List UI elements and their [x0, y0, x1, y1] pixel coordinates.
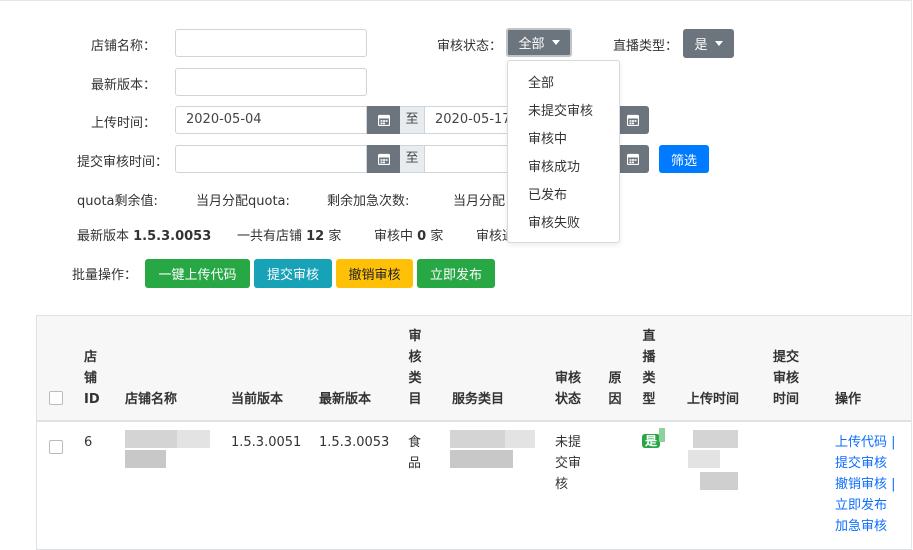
cell-live-type: 是 — [642, 433, 661, 449]
audit-status-option-published[interactable]: 已发布 — [528, 184, 567, 203]
upload-time-separator: 至 — [400, 106, 424, 134]
select-all-checkbox[interactable] — [49, 391, 63, 405]
publish-now-button[interactable]: 立即发布 — [417, 259, 495, 288]
audit-status-label: 审核状态： — [437, 39, 503, 54]
action-upload-code-link[interactable]: 上传代码 | — [835, 432, 896, 453]
stat-latest-version: 最新版本 1.5.3.0053 — [77, 229, 212, 244]
th-live-type: 直播类型 — [642, 329, 656, 407]
calendar-icon — [626, 153, 639, 165]
cell-upload-time-redacted — [688, 430, 740, 490]
cell-service-category-redacted — [450, 430, 535, 468]
audit-status-option-all[interactable]: 全部 — [528, 72, 554, 91]
upload-code-button[interactable]: 一键上传代码 — [145, 259, 250, 288]
th-current-version: 当前版本 — [231, 392, 284, 407]
badge-highlight — [659, 428, 665, 442]
audit-status-option-success[interactable]: 审核成功 — [528, 156, 580, 175]
submit-time-separator: 至 — [400, 145, 424, 173]
batch-label: 批量操作： — [72, 268, 138, 283]
shop-name-label: 店铺名称： — [91, 39, 157, 54]
th-shop-id: 店铺 ID — [84, 350, 100, 407]
cancel-audit-button[interactable]: 撤销审核 — [336, 259, 413, 288]
upload-time-label: 上传时间： — [91, 116, 157, 131]
live-type-label: 直播类型： — [613, 39, 679, 54]
submit-time-from-calendar-button[interactable] — [367, 145, 400, 173]
upload-time-to-calendar-button[interactable] — [616, 106, 649, 134]
audit-status-menu: 全部 未提交审核 审核中 审核成功 已发布 审核失败 — [507, 60, 620, 243]
calendar-icon — [377, 114, 390, 126]
cell-shop-id: 6 — [84, 435, 93, 450]
quota-monthly: 当月分配quota: — [196, 194, 290, 209]
upload-time-from-input[interactable]: 2020-05-04 — [175, 106, 367, 134]
shop-name-input[interactable] — [175, 29, 367, 57]
th-shop-name: 店铺名称 — [125, 392, 178, 407]
table-header-divider — [37, 420, 911, 422]
th-audit-category: 审核类目 — [408, 329, 422, 407]
caret-down-icon — [551, 40, 560, 45]
th-latest-version: 最新版本 — [319, 392, 372, 407]
audit-status-dropdown[interactable]: 全部 — [506, 28, 572, 57]
th-actions: 操作 — [835, 392, 862, 407]
audit-status-selected: 全部 — [518, 37, 545, 52]
th-reason: 原因 — [608, 371, 622, 407]
action-publish-now-link[interactable]: 立即发布 — [835, 495, 896, 516]
th-service-category: 服务类目 — [452, 392, 505, 407]
frame-right-border — [911, 0, 912, 550]
latest-version-label: 最新版本： — [91, 78, 157, 93]
audit-status-option-failed[interactable]: 审核失败 — [528, 212, 580, 231]
submit-time-label: 提交审核时间： — [77, 155, 169, 170]
live-type-badge: 是 — [642, 434, 661, 448]
stat-auditing: 审核中 0 家 — [374, 229, 444, 244]
latest-version-input[interactable] — [175, 68, 367, 96]
cell-latest-version: 1.5.3.0053 — [319, 435, 390, 450]
row-checkbox[interactable] — [49, 440, 63, 454]
th-upload-time: 上传时间 — [687, 392, 740, 407]
audit-status-option-not-submitted[interactable]: 未提交审核 — [528, 100, 593, 119]
calendar-icon — [377, 153, 390, 165]
quota-remaining: quota剩余值: — [77, 194, 158, 209]
filter-button[interactable]: 筛选 — [659, 145, 709, 173]
audit-status-option-auditing[interactable]: 审核中 — [528, 128, 567, 147]
submit-time-to-calendar-button[interactable] — [616, 145, 649, 173]
action-submit-audit-link[interactable]: 提交审核 — [835, 453, 896, 474]
th-audit-status: 审核 状态 — [555, 371, 582, 407]
submit-audit-button[interactable]: 提交审核 — [254, 259, 332, 288]
action-cancel-audit-link[interactable]: 撤销审核 | — [835, 474, 896, 495]
action-urgent-audit-link[interactable]: 加急审核 — [835, 516, 896, 537]
stat-total-shops: 一共有店铺 12 家 — [237, 229, 342, 244]
cell-current-version: 1.5.3.0051 — [231, 435, 302, 450]
frame-top-border — [0, 0, 912, 1]
submit-time-from-input[interactable] — [175, 145, 367, 173]
live-type-dropdown[interactable]: 是 — [683, 29, 734, 58]
upload-time-from-calendar-button[interactable] — [367, 106, 400, 134]
caret-down-icon — [714, 41, 723, 46]
cell-shop-name-redacted — [125, 430, 210, 468]
cell-audit-status: 未提 交审核 — [555, 435, 582, 492]
cell-audit-category: 食品 — [408, 435, 422, 471]
live-type-selected: 是 — [694, 38, 708, 53]
calendar-icon — [626, 114, 639, 126]
monthly-urgent: 当月分配 — [453, 194, 506, 209]
th-submit-time: 提交 审核 时间 — [773, 350, 800, 407]
urgent-remaining: 剩余加急次数: — [327, 194, 410, 209]
cell-actions: 上传代码 | 提交审核 撤销审核 | 立即发布 加急审核 — [835, 432, 896, 537]
